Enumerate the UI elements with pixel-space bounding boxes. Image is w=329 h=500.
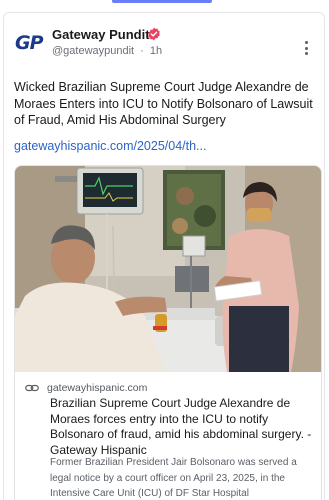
verified-badge-icon — [148, 27, 160, 41]
post-time[interactable]: 1h — [150, 45, 162, 57]
link-preview-title[interactable]: Brazilian Supreme Court Judge Alexandre … — [50, 396, 318, 458]
author-handle[interactable]: @gatewaypundit — [52, 45, 134, 57]
link-preview-domain-row: gatewayhispanic.com — [25, 382, 147, 394]
link-preview-image[interactable] — [15, 166, 321, 372]
top-tab-indicator — [112, 0, 212, 3]
more-options-icon[interactable] — [300, 39, 312, 57]
avatar-logo-text: GP — [15, 32, 44, 54]
post-text: Wicked Brazilian Supreme Court Judge Ale… — [14, 80, 313, 127]
link-preview-domain: gatewayhispanic.com — [47, 382, 148, 394]
author-name[interactable]: Gateway Pundit — [52, 27, 150, 42]
meta-separator: · — [140, 45, 144, 57]
post-link[interactable]: gatewayhispanic.com/2025/04/th... — [14, 139, 206, 153]
link-icon — [25, 384, 39, 392]
author-handle-row: @gatewaypundit · 1h — [52, 45, 165, 57]
post-card[interactable]: GP Gateway Pundit @gatewaypundit · 1h Wi… — [3, 12, 325, 500]
hospital-room-photo — [15, 166, 321, 372]
link-preview-description: Former Brazilian President Jair Bolsonar… — [50, 457, 297, 499]
avatar[interactable]: GP — [15, 29, 45, 57]
link-preview-card[interactable]: gatewayhispanic.com Brazilian Supreme Co… — [14, 165, 322, 500]
